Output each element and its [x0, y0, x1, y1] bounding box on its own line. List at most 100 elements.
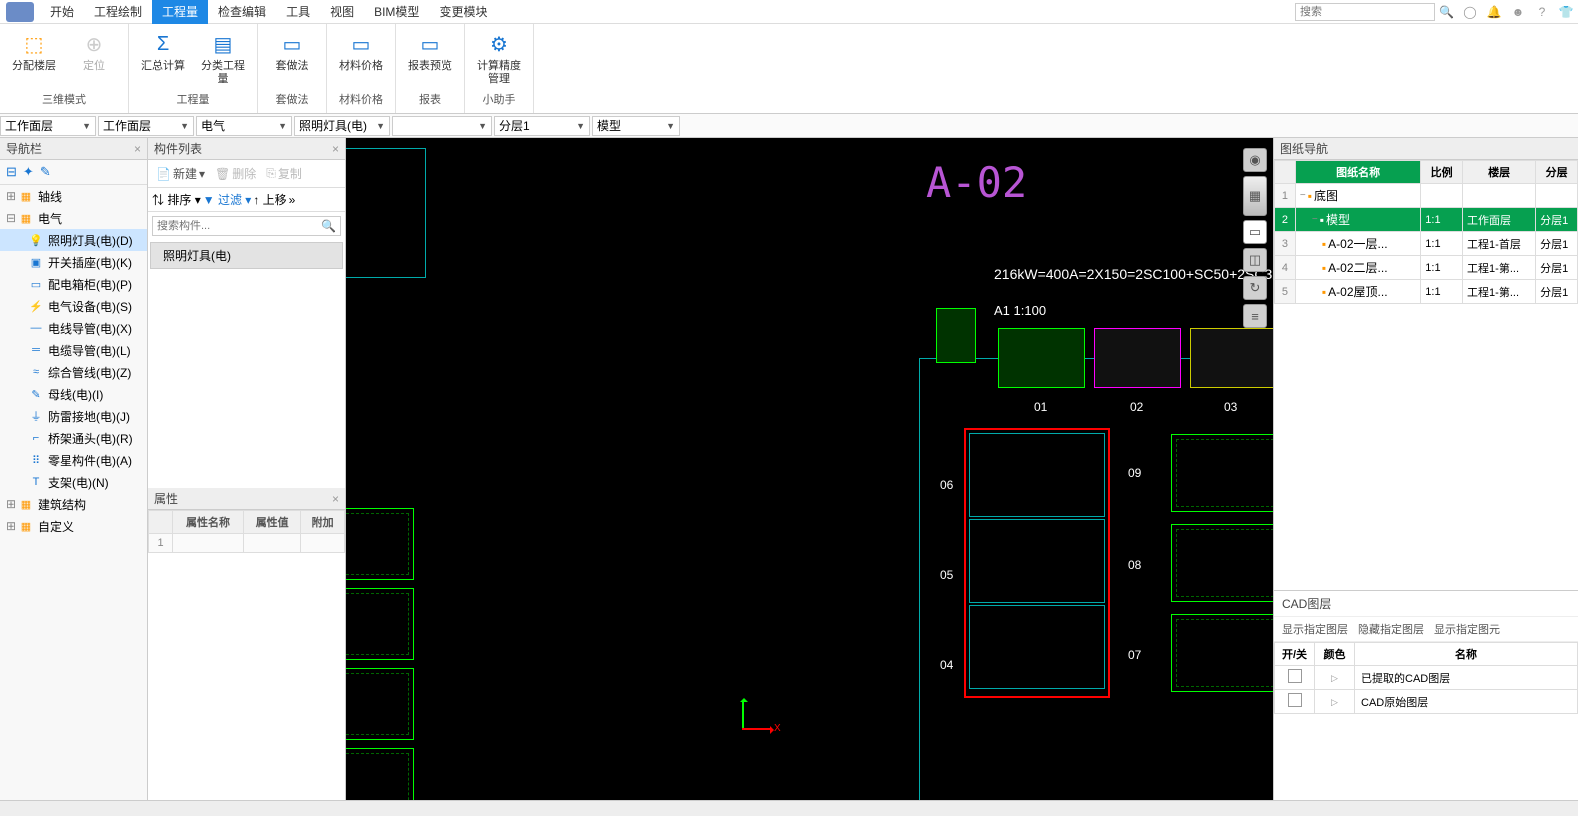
- cad-layers-table[interactable]: 开/关颜色名称▷已提取的CAD图层▷CAD原始图层: [1274, 642, 1578, 714]
- copy-button[interactable]: ⎘ 复制: [262, 163, 306, 184]
- thumb-02: [1094, 328, 1181, 388]
- cad-layer-row[interactable]: ▷CAD原始图层: [1275, 690, 1578, 714]
- thumb-03: [1190, 328, 1273, 388]
- search-icon[interactable]: 🔍: [321, 219, 336, 233]
- nav-tree-node[interactable]: ⊞▦建筑结构: [0, 493, 147, 515]
- view-cube[interactable]: ▦: [1243, 176, 1267, 216]
- close-icon[interactable]: ×: [332, 492, 339, 506]
- drawing-row[interactable]: 1− ▪ 底图: [1275, 184, 1578, 208]
- nav-tree-child[interactable]: ⚡电气设备(电)(S): [0, 295, 147, 317]
- spec-text: 216kW=400A=2X150=2SC100+SC50+2SC32: [994, 266, 1273, 282]
- menu-item[interactable]: BIM模型: [364, 0, 429, 24]
- nav-tree-child[interactable]: ✎母线(电)(I): [0, 383, 147, 405]
- filter-dropdown[interactable]: ▼: [392, 116, 492, 136]
- search-icon[interactable]: 🔍: [1439, 5, 1454, 19]
- ribbon-button[interactable]: ▤分类工程量: [197, 28, 249, 86]
- drawing-row[interactable]: 3 ▪ A-02一层...1:1工程1-首层分层1: [1275, 232, 1578, 256]
- ribbon-button[interactable]: Σ汇总计算: [137, 28, 189, 73]
- bell-icon[interactable]: 🔔: [1485, 3, 1503, 21]
- filter-dropdown[interactable]: 电气▼: [196, 116, 292, 136]
- ribbon-button[interactable]: ⊕定位: [68, 28, 120, 73]
- help-icon[interactable]: ?: [1533, 3, 1551, 21]
- menu-item[interactable]: 工具: [276, 0, 320, 24]
- plan-07: [1171, 614, 1273, 692]
- nav-tool-add-icon[interactable]: ✦: [23, 164, 34, 180]
- settings-icon[interactable]: ≡: [1243, 304, 1267, 328]
- refresh-icon[interactable]: ↻: [1243, 276, 1267, 300]
- menu-item[interactable]: 视图: [320, 0, 364, 24]
- properties-table[interactable]: 属性名称 属性值 附加 1: [148, 510, 345, 553]
- drawing-row[interactable]: 5 ▪ A-02屋顶...1:1工程1-第...分层1: [1275, 280, 1578, 304]
- nav-tree-node[interactable]: ⊞▦自定义: [0, 515, 147, 537]
- axis-gizmo: X: [736, 690, 776, 730]
- menu-item[interactable]: 开始: [40, 0, 84, 24]
- complist-title: 构件列表: [154, 140, 202, 157]
- nav-tree-node[interactable]: ⊟▦电气: [0, 207, 147, 229]
- cad-layer-row[interactable]: ▷已提取的CAD图层: [1275, 666, 1578, 690]
- ribbon-button[interactable]: ▭套做法: [266, 28, 318, 73]
- menu-item[interactable]: 检查编辑: [208, 0, 276, 24]
- show-element-button[interactable]: 显示指定图元: [1434, 621, 1500, 637]
- filter-dropdown[interactable]: 照明灯具(电)▼: [294, 116, 390, 136]
- hide-layer-button[interactable]: 隐藏指定图层: [1358, 621, 1424, 637]
- skin-icon[interactable]: 👕: [1557, 3, 1575, 21]
- compass-icon[interactable]: ◉: [1243, 148, 1267, 172]
- more-button[interactable]: »: [289, 193, 296, 207]
- nav-panel-title: 导航栏: [6, 140, 42, 157]
- nav-tree-child[interactable]: —电线导管(电)(X): [0, 317, 147, 339]
- nav-tree-child[interactable]: ═电缆导管(电)(L): [0, 339, 147, 361]
- drawing-title: A-02: [926, 158, 1027, 207]
- nav-tree-child[interactable]: ⏚防雷接地(电)(J): [0, 405, 147, 427]
- legend-thumb: [936, 308, 976, 363]
- drawing-nav-title: 图纸导航: [1280, 140, 1328, 157]
- drawing-row[interactable]: 4 ▪ A-02二层...1:1工程1-第...分层1: [1275, 256, 1578, 280]
- show-layer-button[interactable]: 显示指定图层: [1282, 621, 1348, 637]
- cad-viewport[interactable]: A-02 216kW=400A=2X150=2SC100+SC50+2SC32 …: [346, 138, 1273, 800]
- filter-dropdown[interactable]: 工作面层▼: [0, 116, 96, 136]
- thumb-01: [998, 328, 1085, 388]
- global-search-input[interactable]: [1295, 3, 1435, 21]
- filter-dropdown[interactable]: 工作面层▼: [98, 116, 194, 136]
- nav-tree-child[interactable]: ▣开关插座(电)(K): [0, 251, 147, 273]
- app-logo: [6, 2, 34, 22]
- nav-tree-child[interactable]: ▭配电箱柜(电)(P): [0, 273, 147, 295]
- plan-09: [1171, 434, 1273, 512]
- filter-button[interactable]: ▼ 过滤 ▾: [203, 191, 252, 208]
- ribbon-button[interactable]: ⬚分配楼层: [8, 28, 60, 73]
- filter-dropdown[interactable]: 模型▼: [592, 116, 680, 136]
- view-box-icon[interactable]: ◫: [1243, 248, 1267, 272]
- drawing-row[interactable]: 2 − ▪ 模型1:1工作面层分层1: [1275, 208, 1578, 232]
- nav-tree-child[interactable]: T支架(电)(N): [0, 471, 147, 493]
- properties-title: 属性: [154, 490, 178, 507]
- nav-tree-node[interactable]: ⊞▦轴线: [0, 185, 147, 207]
- nav-tree-child[interactable]: 💡照明灯具(电)(D): [0, 229, 147, 251]
- sort-button[interactable]: ⇅ 排序 ▾: [152, 191, 201, 208]
- nav-tree-child[interactable]: ⠿零星构件(电)(A): [0, 449, 147, 471]
- nav-tree-child[interactable]: ⌐桥架通头(电)(R): [0, 427, 147, 449]
- new-button[interactable]: 📄 新建 ▾: [152, 163, 209, 184]
- robot-icon[interactable]: ☻: [1509, 3, 1527, 21]
- menu-item[interactable]: 变更模块: [429, 0, 497, 24]
- drawing-nav-table[interactable]: 图纸名称比例楼层分层1− ▪ 底图2 − ▪ 模型1:1工作面层分层13 ▪ A…: [1274, 160, 1578, 304]
- filter-dropdown[interactable]: 分层1▼: [494, 116, 590, 136]
- ribbon-button[interactable]: ⚙计算精度管理: [473, 28, 525, 86]
- ribbon-button[interactable]: ▭报表预览: [404, 28, 456, 73]
- component-search-input[interactable]: [157, 220, 321, 232]
- menu-item[interactable]: 工程绘制: [84, 0, 152, 24]
- nav-tree-child[interactable]: ≈综合管线(电)(Z): [0, 361, 147, 383]
- menu-item[interactable]: 工程量: [152, 0, 208, 24]
- user-icon[interactable]: ◯: [1461, 3, 1479, 21]
- ribbon-button[interactable]: ▭材料价格: [335, 28, 387, 73]
- horizontal-scrollbar[interactable]: [0, 800, 1578, 816]
- moveup-button[interactable]: ↑ 上移: [253, 191, 286, 208]
- cad-layers-title: CAD图层: [1274, 591, 1578, 617]
- delete-button[interactable]: 🗑 删除: [211, 163, 260, 184]
- scale-text: A1 1:100: [994, 303, 1046, 318]
- nav-tool-collapse-icon[interactable]: ⊟: [6, 164, 17, 180]
- component-item[interactable]: 照明灯具(电): [150, 242, 343, 269]
- plan-08: [1171, 524, 1273, 602]
- close-icon[interactable]: ×: [332, 142, 339, 156]
- close-icon[interactable]: ×: [134, 142, 141, 156]
- nav-tool-edit-icon[interactable]: ✎: [40, 164, 51, 180]
- view-3d-icon[interactable]: ▭: [1243, 220, 1267, 244]
